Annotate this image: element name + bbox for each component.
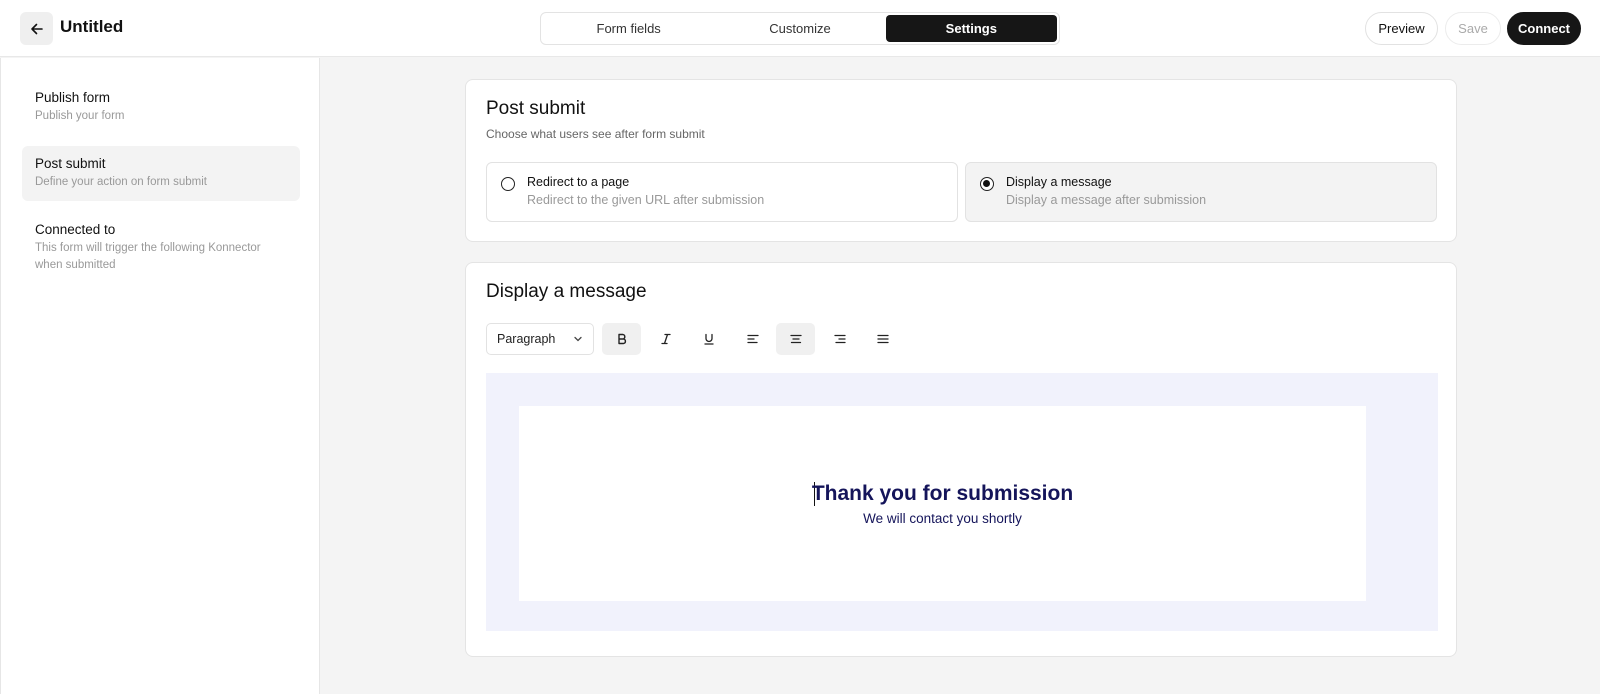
align-center-icon [789,334,802,344]
sidebar-item-title: Post submit [35,156,106,171]
option-display-message[interactable]: Display a message Display a message afte… [965,162,1437,222]
tab-customize[interactable]: Customize [714,15,885,42]
top-tabs: Form fields Customize Settings [540,12,1060,45]
save-button[interactable]: Save [1445,12,1501,45]
arrow-left-icon [30,23,43,34]
underline-button[interactable] [689,323,728,355]
align-left-icon [746,334,759,344]
page-title: Untitled [60,17,124,36]
option-desc: Redirect to the given URL after submissi… [527,193,765,207]
chevron-down-icon [574,336,582,342]
sidebar-item-title: Connected to [35,222,116,237]
align-justify-icon [876,334,889,344]
italic-icon [660,333,671,345]
sidebar-item-title: Publish form [35,90,111,105]
sidebar-item-desc: Define your action on form submit [35,176,207,188]
message-editor-area[interactable]: Thank you for submission We will contact… [486,373,1438,631]
tab-form-fields[interactable]: Form fields [543,15,714,42]
bold-button[interactable] [602,323,641,355]
back-button[interactable] [20,12,53,45]
post-submit-title: Post submit [486,98,586,119]
italic-button[interactable] [646,323,685,355]
radio-checked[interactable] [980,177,994,191]
radio-unchecked[interactable] [501,177,515,191]
message-title-text[interactable]: Thank you for submission [519,482,1366,506]
align-right-button[interactable] [820,323,859,355]
post-submit-card: Post submit Choose what users see after … [465,79,1457,242]
connect-button[interactable]: Connect [1507,12,1581,45]
sidebar-item-desc: This form will trigger the following Kon… [35,242,261,271]
align-left-button[interactable] [733,323,772,355]
sidebar-item-connected-to[interactable]: Connected to This form will trigger the … [22,212,300,283]
preview-button[interactable]: Preview [1365,12,1438,45]
align-justify-button[interactable] [863,323,902,355]
align-right-icon [833,334,846,344]
sidebar-item-post-submit[interactable]: Post submit Define your action on form s… [22,146,300,201]
message-preview[interactable]: Thank you for submission We will contact… [519,406,1366,601]
align-center-button[interactable] [776,323,815,355]
sidebar-item-publish-form[interactable]: Publish form Publish your form [22,80,300,135]
option-redirect-to-page[interactable]: Redirect to a page Redirect to the given… [486,162,958,222]
tab-settings[interactable]: Settings [885,15,1057,42]
sidebar-item-desc: Publish your form [35,110,125,122]
settings-sidebar: Publish form Publish your form Post subm… [0,58,320,694]
bold-icon [617,333,626,345]
block-format-value: Paragraph [497,332,556,346]
underline-icon [703,333,714,345]
display-message-title: Display a message [486,281,647,302]
option-title: Redirect to a page [527,175,630,189]
post-submit-subtitle: Choose what users see after form submit [486,127,705,141]
option-desc: Display a message after submission [1006,193,1207,207]
top-header: Untitled Form fields Customize Settings … [0,0,1600,57]
message-subtitle-text[interactable]: We will contact you shortly [519,511,1366,526]
option-title: Display a message [1006,175,1112,189]
block-format-select[interactable]: Paragraph [486,323,594,355]
display-message-card: Display a message Paragraph Thank you fo… [465,262,1457,657]
